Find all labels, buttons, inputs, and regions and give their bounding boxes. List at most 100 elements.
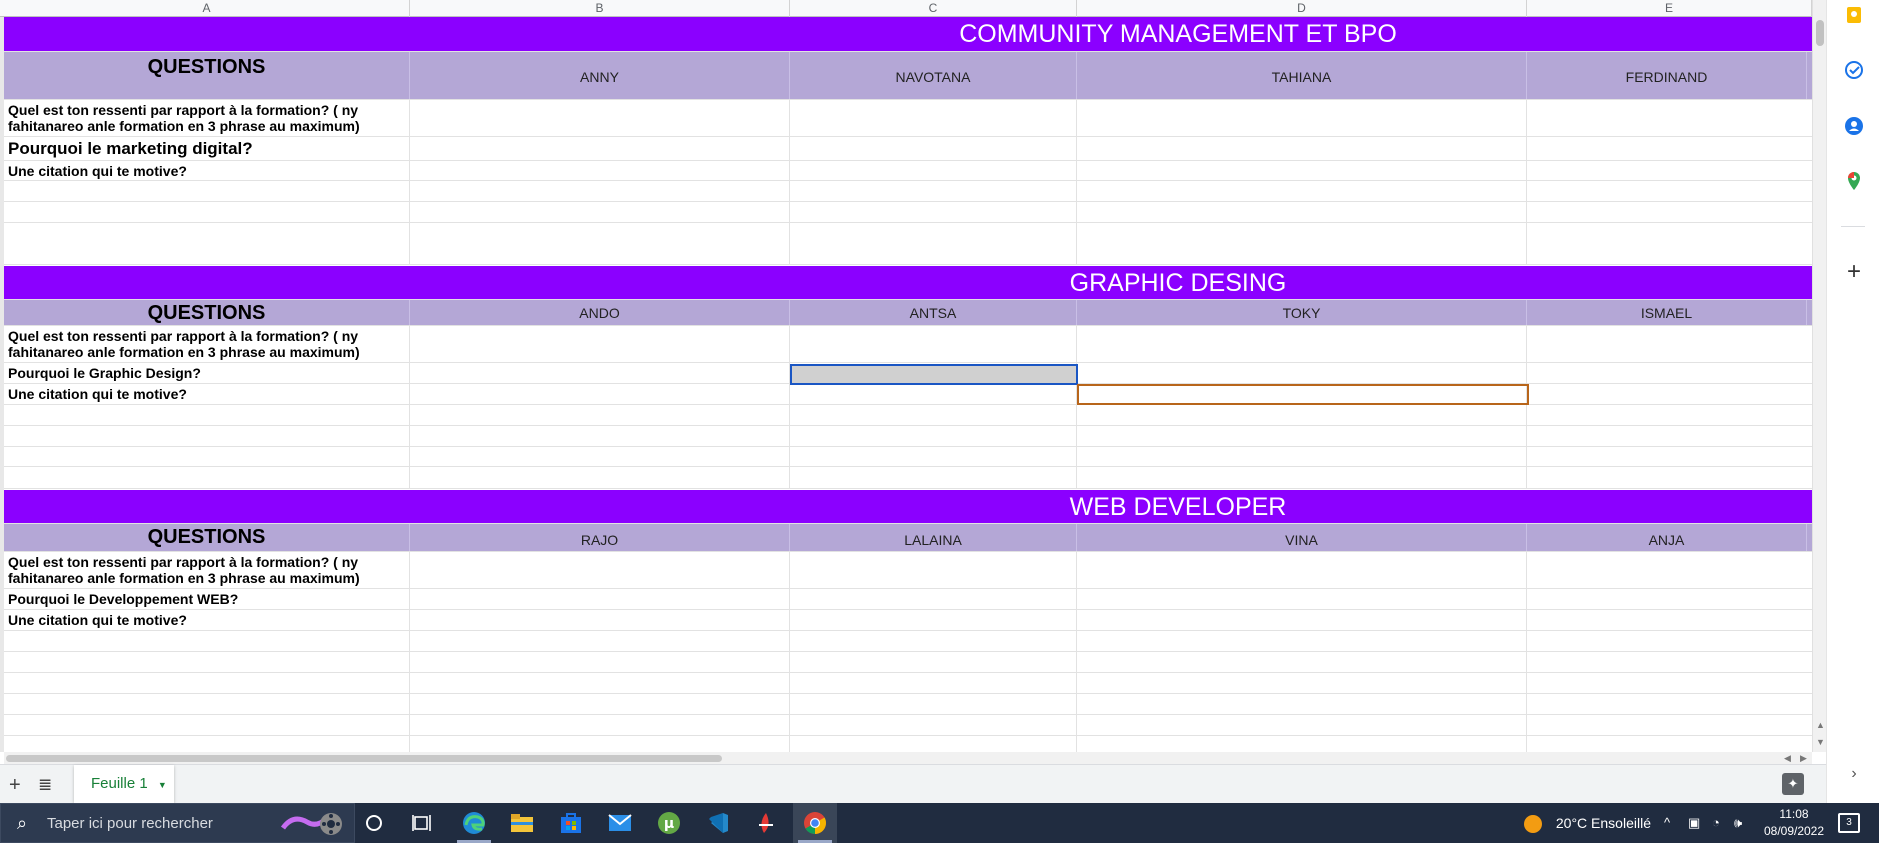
answer-cell[interactable]	[790, 137, 1077, 160]
question-row[interactable]: Pourquoi le marketing digital?	[4, 137, 1812, 161]
meet-now-icon[interactable]: ▣	[1688, 803, 1700, 843]
question-row[interactable]: Une citation qui te motive?	[4, 161, 1812, 181]
question-row[interactable]: Quel est ton ressenti par rapport à la f…	[4, 100, 1812, 137]
pdf-tool-icon[interactable]	[752, 809, 780, 837]
name-cell[interactable]: ANJA	[1527, 524, 1807, 551]
name-cell[interactable]: NAVOTANA	[790, 52, 1077, 99]
name-cell[interactable]: ANDO	[410, 300, 790, 325]
answer-cell[interactable]	[1077, 326, 1527, 362]
task-view-icon[interactable]	[408, 809, 436, 837]
answer-cell[interactable]	[410, 589, 790, 609]
answer-cell[interactable]	[790, 589, 1077, 609]
sheet-grid[interactable]: COMMUNITY MANAGEMENT ET BPO QUESTIONS AN…	[0, 17, 1812, 752]
name-cell[interactable]: ISMAEL	[1527, 300, 1807, 325]
empty-row[interactable]	[4, 426, 1812, 447]
question-row[interactable]: Pourquoi le Developpement WEB?	[4, 589, 1812, 610]
column-header-e[interactable]: E	[1527, 0, 1812, 17]
selected-cell[interactable]	[790, 364, 1078, 385]
section-banner[interactable]: COMMUNITY MANAGEMENT ET BPO	[4, 17, 1812, 52]
answer-cell[interactable]	[1077, 363, 1527, 383]
answer-cell[interactable]	[1077, 161, 1527, 180]
scroll-up-icon[interactable]: ▲	[1816, 720, 1825, 730]
answer-cell[interactable]	[1077, 610, 1527, 630]
answer-cell[interactable]	[790, 552, 1077, 588]
empty-row[interactable]	[4, 694, 1812, 715]
column-header-d[interactable]: D	[1077, 0, 1527, 17]
question-cell[interactable]: Pourquoi le Developpement WEB?	[4, 589, 410, 609]
name-cell[interactable]: ANNY	[410, 52, 790, 99]
empty-row[interactable]	[4, 181, 1812, 202]
name-cell[interactable]: VINA	[1077, 524, 1527, 551]
answer-cell[interactable]	[410, 161, 790, 180]
question-cell[interactable]: Pourquoi le marketing digital?	[4, 137, 410, 160]
answer-cell[interactable]	[790, 100, 1077, 136]
vertical-scroll-thumb[interactable]	[1816, 20, 1824, 46]
scroll-left-icon[interactable]: ◀	[1784, 753, 1791, 764]
question-cell[interactable]: Pourquoi le Graphic Design?	[4, 363, 410, 383]
keep-icon[interactable]	[1843, 4, 1865, 26]
empty-row[interactable]	[4, 405, 1812, 426]
scroll-right-icon[interactable]: ▶	[1800, 753, 1807, 764]
utorrent-icon[interactable]: µ	[655, 809, 683, 837]
maps-icon[interactable]	[1843, 170, 1865, 192]
header-row[interactable]: QUESTIONS ANNY NAVOTANA TAHIANA FERDINAN…	[4, 52, 1812, 100]
weather-widget[interactable]: 20°C Ensoleillé	[1524, 803, 1651, 843]
empty-row[interactable]	[4, 652, 1812, 673]
cortana-icon[interactable]	[360, 809, 388, 837]
notification-center-icon[interactable]: 3	[1838, 813, 1860, 833]
question-cell[interactable]: Une citation qui te motive?	[4, 161, 410, 180]
answer-cell[interactable]	[410, 137, 790, 160]
empty-row[interactable]	[4, 467, 1812, 489]
answer-cell[interactable]	[410, 384, 790, 404]
add-sheet-icon[interactable]: +	[9, 774, 21, 797]
horizontal-scroll-thumb[interactable]	[6, 755, 722, 762]
section-banner[interactable]: WEB DEVELOPER	[4, 490, 1812, 524]
name-cell[interactable]: FERDINAND	[1527, 52, 1807, 99]
answer-cell[interactable]	[410, 552, 790, 588]
answer-cell[interactable]	[1077, 589, 1527, 609]
name-cell[interactable]: TAHIANA	[1077, 52, 1527, 99]
answer-cell[interactable]	[790, 384, 1077, 404]
store-icon[interactable]	[557, 809, 585, 837]
answer-cell[interactable]	[410, 100, 790, 136]
empty-row[interactable]	[4, 736, 1812, 752]
chrome-icon[interactable]	[801, 809, 829, 837]
explore-icon[interactable]: ✦	[1782, 773, 1804, 795]
name-cell[interactable]: ANTSA	[790, 300, 1077, 325]
answer-cell[interactable]	[790, 326, 1077, 362]
tasks-icon[interactable]	[1843, 59, 1865, 81]
question-row[interactable]: Une citation qui te motive?	[4, 610, 1812, 631]
column-header-c[interactable]: C	[790, 0, 1077, 17]
answer-cell[interactable]	[790, 610, 1077, 630]
show-hidden-icons-icon[interactable]: ^	[1664, 803, 1670, 843]
vertical-scrollbar[interactable]: ▲ ▼	[1812, 0, 1826, 752]
volume-icon[interactable]: 🕪	[1734, 803, 1742, 843]
empty-row[interactable]	[4, 223, 1812, 265]
question-row[interactable]: Quel est ton ressenti par rapport à la f…	[4, 552, 1812, 589]
answer-cell[interactable]	[1077, 100, 1527, 136]
empty-row[interactable]	[4, 202, 1812, 223]
empty-row[interactable]	[4, 631, 1812, 652]
name-cell[interactable]: RAJO	[410, 524, 790, 551]
name-cell[interactable]: LALAINA	[790, 524, 1077, 551]
horizontal-scrollbar[interactable]: ◀ ▶	[4, 752, 1812, 764]
question-cell[interactable]: Quel est ton ressenti par rapport à la f…	[4, 100, 410, 136]
answer-cell[interactable]	[410, 610, 790, 630]
question-cell[interactable]: Une citation qui te motive?	[4, 384, 410, 404]
name-cell[interactable]: TOKY	[1077, 300, 1527, 325]
clock[interactable]: 11:08 08/09/2022	[1756, 806, 1832, 840]
empty-row[interactable]	[4, 673, 1812, 694]
question-cell[interactable]: Quel est ton ressenti par rapport à la f…	[4, 552, 410, 588]
section-banner[interactable]: GRAPHIC DESING	[4, 266, 1812, 300]
wifi-icon[interactable]: ◔	[1712, 803, 1720, 843]
answer-cell[interactable]	[410, 326, 790, 362]
contacts-icon[interactable]	[1843, 115, 1865, 137]
all-sheets-icon[interactable]: ≣	[38, 775, 52, 795]
sheet-tab-feuille-1[interactable]: Feuille 1 ▼	[74, 765, 174, 803]
question-cell[interactable]: Une citation qui te motive?	[4, 610, 410, 630]
question-cell[interactable]: Quel est ton ressenti par rapport à la f…	[4, 326, 410, 362]
column-header-b[interactable]: B	[410, 0, 790, 17]
edge-icon[interactable]	[460, 809, 488, 837]
empty-row[interactable]	[4, 447, 1812, 467]
header-row[interactable]: QUESTIONS ANDO ANTSA TOKY ISMAEL	[4, 300, 1812, 326]
